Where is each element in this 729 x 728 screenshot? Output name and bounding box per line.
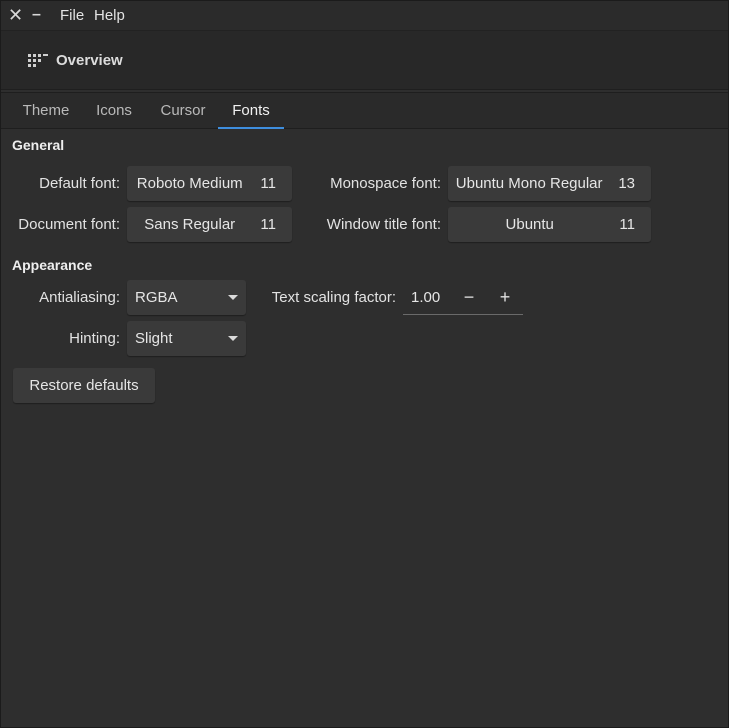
- menu-help[interactable]: Help: [94, 7, 125, 24]
- antialiasing-dropdown[interactable]: RGBA: [127, 280, 246, 315]
- header-bar: Overview: [1, 31, 728, 90]
- text-scaling-spinner: 1.00 − +: [403, 281, 523, 315]
- monospace-font-size: 13: [618, 175, 635, 192]
- minus-icon[interactable]: −: [457, 285, 481, 309]
- menu-file[interactable]: File: [60, 7, 84, 24]
- tweaks-window: ✕ – File Help Overview Theme Icons Curso…: [0, 0, 729, 728]
- window-title-font-size: 11: [619, 216, 635, 233]
- document-font-button[interactable]: Sans Regular 11: [127, 207, 292, 242]
- monospace-font-name: Ubuntu Mono Regular: [455, 175, 603, 192]
- tab-theme[interactable]: Theme: [11, 93, 81, 128]
- tab-icons[interactable]: Icons: [83, 93, 145, 128]
- default-font-label: Default font:: [39, 175, 120, 192]
- tab-bar: Theme Icons Cursor Fonts: [1, 92, 728, 129]
- title-bar: ✕ – File Help: [1, 1, 728, 31]
- tab-fonts[interactable]: Fonts: [218, 93, 284, 129]
- antialiasing-label: Antialiasing:: [39, 289, 120, 306]
- appearance-heading: Appearance: [12, 257, 93, 273]
- text-scaling-value[interactable]: 1.00: [411, 289, 440, 306]
- antialiasing-value: RGBA: [135, 289, 178, 306]
- text-scaling-label: Text scaling factor:: [271, 289, 396, 306]
- document-font-name: Sans Regular: [144, 216, 236, 233]
- chevron-down-icon: [228, 295, 238, 300]
- window-title-font-name: Ubuntu: [505, 216, 554, 233]
- default-font-size: 11: [260, 175, 276, 192]
- hinting-value: Slight: [135, 330, 173, 347]
- document-font-size: 11: [260, 216, 276, 233]
- plus-icon[interactable]: +: [493, 285, 517, 309]
- default-font-button[interactable]: Roboto Medium 11: [127, 166, 292, 201]
- window-title-font-label: Window title font:: [326, 216, 441, 233]
- hinting-dropdown[interactable]: Slight: [127, 321, 246, 356]
- tab-cursor[interactable]: Cursor: [148, 93, 218, 128]
- default-font-name: Roboto Medium: [136, 175, 243, 192]
- chevron-down-icon: [228, 336, 238, 341]
- hinting-label: Hinting:: [69, 330, 120, 347]
- general-heading: General: [12, 137, 65, 153]
- window-title-font-button[interactable]: Ubuntu 11: [448, 207, 651, 242]
- overview-button[interactable]: Overview: [19, 43, 131, 77]
- monospace-font-label: Monospace font:: [330, 175, 441, 192]
- minimize-icon[interactable]: –: [32, 5, 41, 25]
- monospace-font-button[interactable]: Ubuntu Mono Regular 13: [448, 166, 651, 201]
- close-icon[interactable]: ✕: [8, 5, 23, 25]
- restore-defaults-button[interactable]: Restore defaults: [13, 368, 155, 403]
- overview-label: Overview: [56, 51, 123, 69]
- apps-grid-icon: [27, 53, 49, 67]
- document-font-label: Document font:: [18, 216, 120, 233]
